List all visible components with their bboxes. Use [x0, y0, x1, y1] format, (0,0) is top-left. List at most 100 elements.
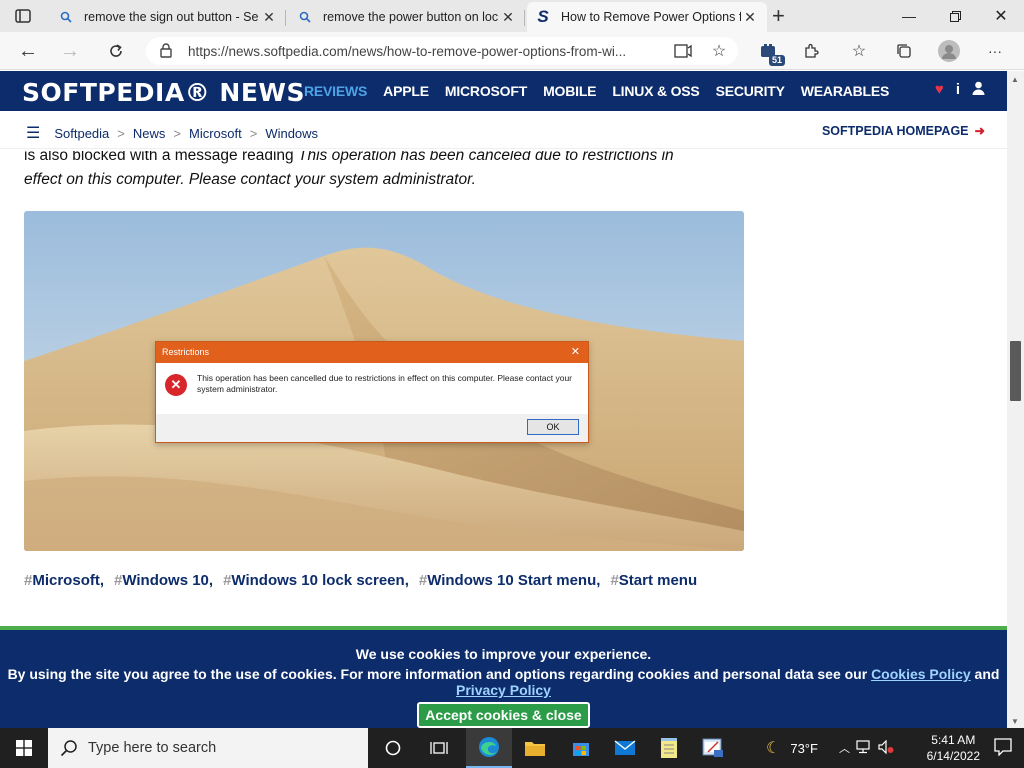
url-text: https://news.softpedia.com/news/how-to-r…	[188, 43, 627, 59]
volume-muted-icon[interactable]	[878, 739, 894, 757]
taskbar-search-box[interactable]: Type here to search	[48, 728, 368, 768]
url-input[interactable]: https://news.softpedia.com/news/how-to-r…	[146, 37, 738, 65]
tab-close-icon[interactable]: ✕	[741, 9, 759, 26]
restrictions-dialog: Restrictions ✕ ✕ This operation has been…	[155, 341, 589, 443]
search-icon	[60, 739, 78, 761]
nav-wearables[interactable]: WEARABLES	[801, 83, 890, 99]
dialog-close-icon: ✕	[570, 346, 580, 358]
network-icon[interactable]	[856, 739, 872, 757]
info-icon[interactable]: i	[956, 81, 960, 99]
privacy-policy-link[interactable]: Privacy Policy	[456, 682, 551, 698]
tag-link[interactable]: #Microsoft,	[24, 572, 104, 589]
softpedia-homepage-link[interactable]: SOFTPEDIA HOMEPAGE ➜	[822, 123, 985, 138]
tag-label: Windows 10	[122, 572, 209, 589]
favorites-icon[interactable]: ☆	[848, 40, 870, 62]
tab-bar: remove the sign out button - Se ✕ remove…	[0, 0, 1024, 32]
page-scrollbar[interactable]: ▲ ▼	[1007, 71, 1024, 728]
site-logo[interactable]: SOFTPEDIA® NEWS	[22, 78, 305, 107]
dialog-title: Restrictions	[162, 347, 210, 357]
back-arrow-icon[interactable]: ←	[16, 39, 40, 63]
breadcrumb-separator: >	[249, 125, 258, 141]
tab-close-icon[interactable]: ✕	[499, 9, 517, 26]
heart-icon[interactable]: ♥	[935, 81, 944, 99]
tag-link[interactable]: #Windows 10 lock screen,	[223, 572, 409, 589]
cookie-and: and	[970, 666, 1000, 682]
softpedia-s-icon: S	[537, 7, 549, 26]
edge-browser-icon[interactable]	[466, 728, 512, 768]
extension-badge-icon[interactable]: 51	[757, 40, 785, 66]
tab-search-sign-out[interactable]: remove the sign out button - Se ✕	[50, 2, 286, 32]
extension-badge-count: 51	[768, 55, 785, 66]
breadcrumb-microsoft[interactable]: Microsoft	[189, 126, 242, 141]
search-icon	[297, 9, 313, 25]
dialog-titlebar: Restrictions ✕	[156, 342, 588, 363]
breadcrumb-news[interactable]: News	[133, 126, 166, 141]
accept-cookies-button[interactable]: Accept cookies & close	[417, 702, 590, 728]
scroll-thumb[interactable]	[1010, 341, 1021, 401]
tag-link[interactable]: #Windows 10 Start menu,	[419, 572, 601, 589]
article-paragraph: is also blocked with a message reading T…	[24, 147, 744, 192]
scroll-down-icon[interactable]: ▼	[1011, 717, 1019, 726]
file-explorer-icon[interactable]	[512, 728, 558, 768]
weather-temp: 73°F	[790, 740, 818, 756]
breadcrumb-windows[interactable]: Windows	[265, 126, 318, 141]
quoted-message-line-2: effect on this computer. Please contact …	[24, 171, 476, 188]
tab-softpedia-article[interactable]: S How to Remove Power Options f ✕	[527, 2, 767, 32]
scroll-up-icon[interactable]: ▲	[1011, 75, 1019, 84]
hash-icon: #	[418, 572, 428, 589]
arrow-right-icon: ➜	[974, 124, 985, 138]
close-window-icon[interactable]: ✕	[978, 0, 1024, 32]
collections-icon[interactable]	[893, 40, 915, 62]
task-view-icon[interactable]	[416, 728, 462, 768]
immersive-reader-icon[interactable]	[672, 40, 694, 62]
nav-reviews[interactable]: REVIEWS	[304, 83, 367, 99]
site-header: SOFTPEDIA® NEWS REVIEWS APPLE MICROSOFT …	[0, 71, 1007, 111]
favorite-add-icon[interactable]: ☆	[708, 40, 730, 62]
notepad-icon[interactable]	[646, 728, 692, 768]
breadcrumb-separator: >	[173, 125, 181, 141]
nav-microsoft[interactable]: MICROSOFT	[445, 83, 527, 99]
microsoft-store-icon[interactable]	[558, 728, 604, 768]
registry-editor-icon[interactable]	[690, 728, 736, 768]
tag-label: Microsoft	[32, 572, 100, 589]
tab-actions-icon[interactable]	[8, 6, 38, 26]
breadcrumb-softpedia[interactable]: Softpedia	[54, 126, 109, 141]
hamburger-menu-icon[interactable]: ☰	[26, 123, 40, 143]
extensions-puzzle-icon[interactable]	[800, 40, 822, 62]
tab-close-icon[interactable]: ✕	[260, 9, 278, 26]
error-icon: ✕	[165, 374, 187, 396]
nav-linux-oss[interactable]: LINUX & OSS	[612, 83, 699, 99]
more-menu-icon[interactable]: ···	[984, 40, 1006, 62]
forward-arrow-icon[interactable]: →	[58, 39, 82, 63]
new-tab-button[interactable]: +	[772, 5, 785, 27]
nav-apple[interactable]: APPLE	[383, 83, 429, 99]
paragraph-text: is also blocked with a message reading	[24, 147, 298, 164]
weather-widget[interactable]: ☾ 73°F	[766, 728, 818, 768]
notifications-icon[interactable]	[994, 738, 1012, 761]
tab-search-power-button[interactable]: remove the power button on loc ✕	[289, 2, 525, 32]
minimize-icon[interactable]: —	[886, 0, 932, 32]
cookies-policy-link[interactable]: Cookies Policy	[871, 666, 971, 682]
lock-icon[interactable]	[160, 43, 172, 61]
header-icons: ♥ i	[935, 81, 985, 99]
article-tags: #Microsoft, #Windows 10, #Windows 10 loc…	[24, 572, 707, 589]
restore-icon[interactable]	[932, 0, 978, 32]
nav-mobile[interactable]: MOBILE	[543, 83, 596, 99]
dialog-message: This operation has been cancelled due to…	[197, 373, 573, 394]
system-clock[interactable]: 5:41 AM 6/14/2022	[927, 732, 980, 764]
chevron-up-icon[interactable]: ︿	[839, 740, 850, 756]
article-image: Restrictions ✕ ✕ This operation has been…	[24, 211, 744, 551]
cookie-banner: We use cookies to improve your experienc…	[0, 626, 1007, 728]
windows-start-icon[interactable]	[0, 728, 48, 768]
tag-label: Windows 10 lock screen	[231, 572, 405, 589]
mail-icon[interactable]	[602, 728, 648, 768]
tag-link[interactable]: #Windows 10,	[114, 572, 213, 589]
tag-label: Windows 10 Start menu	[427, 572, 597, 589]
cortana-icon[interactable]	[370, 728, 416, 768]
user-icon[interactable]	[972, 81, 985, 99]
tag-link[interactable]: #Start menu	[610, 572, 697, 589]
refresh-icon[interactable]	[104, 39, 128, 63]
profile-avatar[interactable]	[938, 40, 960, 62]
breadcrumb-bar: ☰ Softpedia > News > Microsoft > Windows…	[0, 111, 1007, 149]
nav-security[interactable]: SECURITY	[716, 83, 785, 99]
